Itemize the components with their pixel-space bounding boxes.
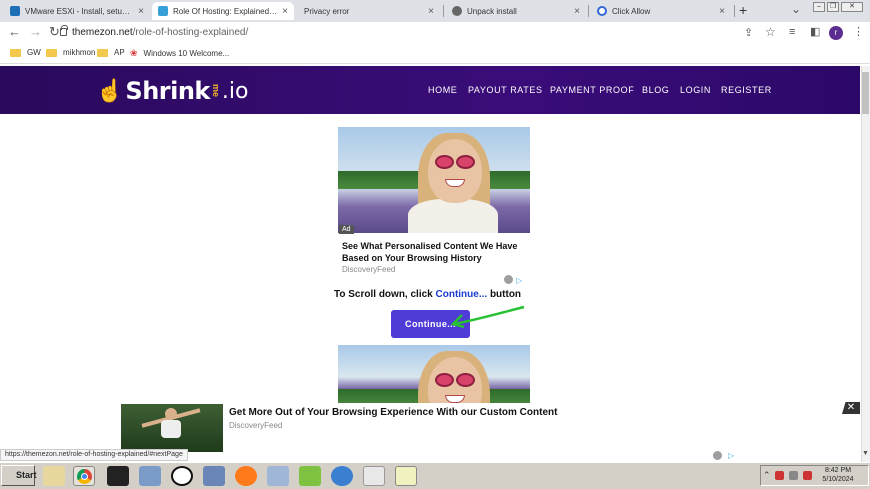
clock-time: 8:42 PM — [824, 467, 852, 474]
network-app-icon[interactable] — [139, 466, 161, 486]
bookmark-ap[interactable]: AP — [97, 48, 125, 57]
globe-icon — [452, 6, 462, 16]
windows-icon: ❀ — [130, 48, 138, 58]
side-panel-icon[interactable]: ◧ — [810, 25, 820, 39]
folder-icon — [10, 48, 21, 57]
close-icon[interactable]: × — [428, 6, 434, 17]
sticky-ad-source[interactable]: DiscoveryFeed — [229, 421, 282, 430]
tray-expand-icon[interactable]: ⌃ — [763, 468, 771, 482]
tab-click-allow[interactable]: Click Allow × — [591, 2, 731, 20]
soccer-ball-icon[interactable] — [171, 466, 193, 486]
nav-home[interactable]: HOME — [428, 85, 457, 95]
ad-image-second[interactable] — [338, 345, 530, 403]
sync-app-icon[interactable] — [267, 466, 289, 486]
tab-privacy-error[interactable]: Privacy error × — [298, 2, 440, 20]
tab-role-of-hosting[interactable]: Role Of Hosting: Explained – The × — [152, 2, 294, 20]
firefox-icon[interactable] — [235, 466, 257, 486]
bookmark-windows-welcome[interactable]: ❀ Windows 10 Welcome... — [130, 48, 229, 59]
reload-icon[interactable]: ↻ — [49, 25, 60, 39]
page-scrollbar[interactable] — [861, 66, 870, 462]
vmware-icon — [10, 6, 20, 16]
nav-blog[interactable]: BLOG — [642, 85, 669, 95]
url-text[interactable]: themezon.net/role-of-hosting-explained/ — [72, 27, 248, 38]
scrollbar-thumb[interactable] — [862, 72, 869, 114]
sticky-ad-headline[interactable]: Get More Out of Your Browsing Experience… — [229, 407, 557, 418]
ad-source[interactable]: DiscoveryFeed — [342, 265, 395, 274]
ad-info-icon[interactable] — [504, 275, 513, 284]
share-icon[interactable]: ⇪ — [744, 26, 753, 40]
tab-vmware[interactable]: VMware ESXi - Install, setup drive × — [4, 2, 150, 20]
sticky-ad-image[interactable] — [121, 404, 223, 452]
minimize-button[interactable]: – — [813, 2, 825, 12]
close-icon[interactable]: × — [138, 6, 144, 17]
folder-icon — [97, 48, 108, 57]
ad-badge: Ad — [339, 225, 354, 234]
loading-icon — [597, 6, 607, 16]
new-tab-button[interactable]: + — [739, 3, 747, 17]
tray-app-icon[interactable] — [775, 471, 784, 480]
close-icon[interactable]: × — [282, 6, 288, 17]
site-favicon-icon — [158, 6, 168, 16]
maximize-button[interactable]: ❐ — [827, 2, 839, 12]
nav-payment-proof[interactable]: PAYMENT PROOF — [550, 85, 634, 95]
clock-date: 5/10/2024 — [822, 476, 854, 483]
blue-app-icon[interactable] — [331, 466, 353, 486]
start-button[interactable]: Start — [1, 465, 37, 486]
menu-kebab-icon[interactable]: ⋮ — [853, 25, 864, 39]
tab-unpack-install[interactable]: Unpack install × — [446, 2, 586, 20]
bookmark-gw[interactable]: GW — [10, 48, 41, 57]
window-app-icon[interactable] — [363, 466, 385, 486]
terminal-icon[interactable] — [107, 466, 129, 486]
tab-label: Click Allow — [612, 6, 651, 16]
taskbar-clock[interactable]: 8:42 PM 5/10/2024 — [818, 466, 858, 484]
adchoices-icon[interactable]: ▷ — [728, 451, 734, 460]
tray-volume-icon[interactable] — [803, 471, 812, 480]
tab-separator — [734, 5, 735, 17]
ad-info-icon[interactable] — [713, 451, 722, 460]
link-status-bar: https://themezon.net/role-of-hosting-exp… — [0, 449, 188, 461]
tab-search-button[interactable]: ⌄ — [791, 2, 801, 16]
nav-login[interactable]: LOGIN — [680, 85, 711, 95]
back-arrow-icon[interactable]: ← — [8, 25, 21, 39]
folder-icon — [46, 48, 57, 57]
scroll-down-arrow-icon[interactable]: ▼ — [861, 450, 870, 460]
tab-label: Privacy error — [304, 6, 350, 16]
reading-list-icon[interactable]: ≡ — [789, 25, 795, 39]
close-icon[interactable]: × — [574, 6, 580, 17]
tab-label: Unpack install — [467, 6, 517, 16]
file-explorer-icon[interactable] — [43, 466, 65, 486]
tray-network-icon[interactable] — [789, 471, 798, 480]
hand-cursor-icon: ☝ — [96, 78, 124, 103]
tab-separator — [588, 5, 589, 17]
ad-image[interactable] — [338, 127, 530, 233]
bookmark-mikhmon[interactable]: mikhmon — [46, 48, 95, 57]
nav-payout-rates[interactable]: PAYOUT RATES — [468, 85, 543, 95]
tab-label: VMware ESXi - Install, setup drive — [25, 6, 135, 16]
tab-separator — [443, 5, 444, 17]
scroll-instruction: To Scroll down, click Continue... button — [334, 289, 522, 300]
notepad-icon[interactable] — [395, 466, 417, 486]
close-icon[interactable]: × — [719, 6, 725, 17]
adchoices-icon[interactable]: ▷ — [516, 276, 522, 285]
forward-arrow-icon[interactable]: → — [29, 25, 42, 39]
window-close-button[interactable]: ✕ — [841, 2, 863, 12]
taskbar — [0, 462, 870, 489]
ad-headline[interactable]: See What Personalised Content We Have Ba… — [342, 240, 542, 264]
shrinkme-logo[interactable]: ☝ Shrink me .io — [96, 74, 248, 108]
profile-avatar[interactable]: r — [829, 26, 843, 40]
green-app-icon[interactable] — [299, 466, 321, 486]
lock-icon[interactable] — [60, 25, 68, 36]
remote-desktop-icon[interactable] — [203, 466, 225, 486]
chrome-icon[interactable] — [73, 466, 95, 486]
green-arrow-icon — [450, 305, 525, 329]
tab-label: Role Of Hosting: Explained – The — [173, 6, 278, 16]
nav-register[interactable]: REGISTER — [721, 85, 772, 95]
bookmark-star-icon[interactable]: ☆ — [765, 25, 776, 39]
